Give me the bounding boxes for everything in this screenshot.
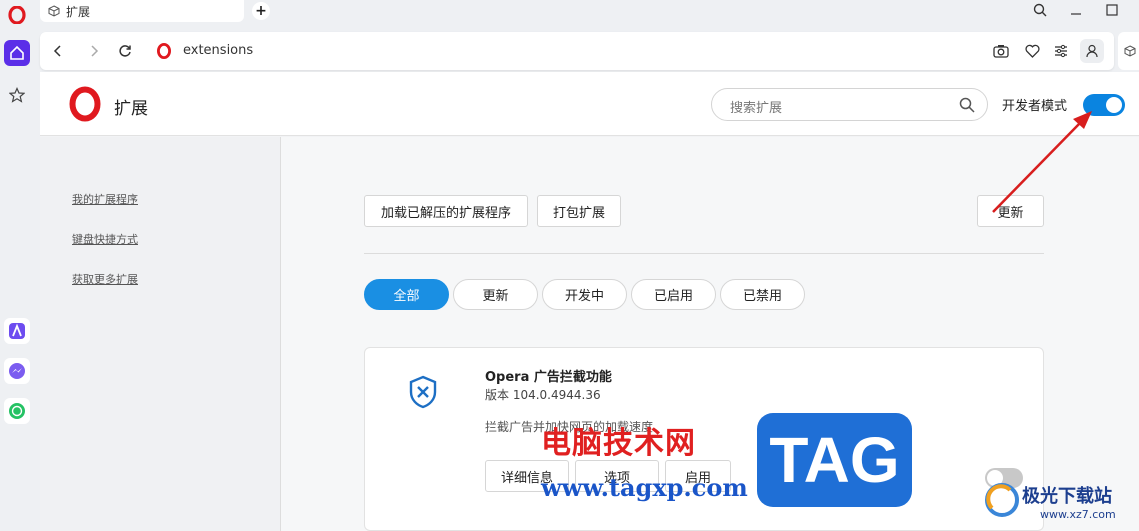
xz-logo-icon <box>985 483 1019 517</box>
watermark-tag-logo: TAG <box>757 413 912 507</box>
watermark-site-url: www.tagxp.com <box>541 473 748 502</box>
watermark-xz-logo: 极光下载站 www.xz7.com <box>980 476 1139 531</box>
watermark-site-name: 电脑技术网 <box>541 426 696 461</box>
xz-site-url: www.xz7.com <box>1040 508 1116 521</box>
xz-site-name: 极光下载站 <box>1022 486 1112 507</box>
